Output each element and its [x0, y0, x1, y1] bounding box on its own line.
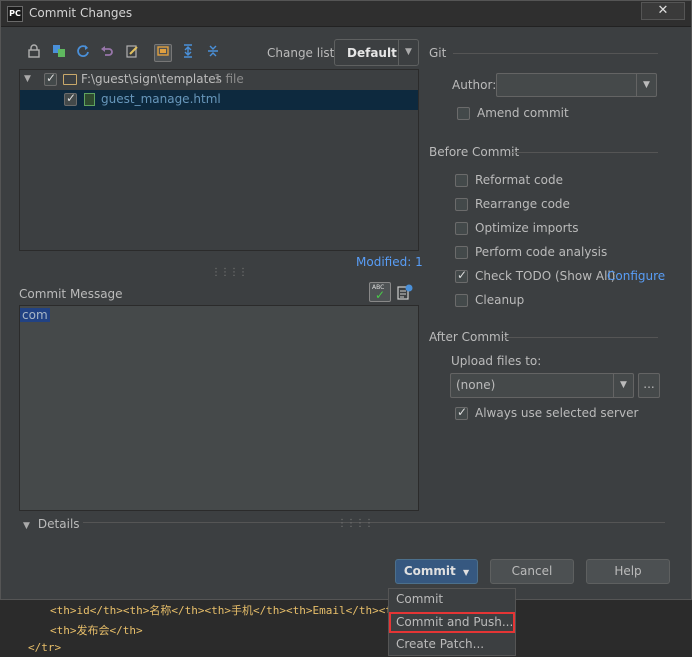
amend-commit-checkbox[interactable] — [457, 107, 470, 120]
check-todo-label: Check TODO (Show All) — [475, 269, 616, 283]
upload-label: Upload files to: — [451, 354, 542, 368]
refresh-icon[interactable] — [74, 44, 92, 62]
cleanup-checkbox[interactable] — [455, 294, 468, 307]
commit-options-menu: Commit Commit and Push... Create Patch..… — [388, 588, 516, 656]
editor-line: <th>发布会</th> — [50, 624, 143, 637]
help-button[interactable]: Help — [586, 559, 670, 584]
background-editor: <th>id</th><th>名称</th><th>手机</th><th>Ema… — [0, 598, 692, 657]
details-toggle[interactable]: ▼ Details — [23, 517, 80, 531]
splitter-handle[interactable]: ⋮⋮⋮⋮ — [211, 267, 248, 278]
git-section-title: Git — [429, 46, 447, 60]
details-label: Details — [37, 517, 80, 531]
menu-item-commit[interactable]: Commit — [389, 589, 515, 610]
vcs-icon[interactable] — [25, 44, 43, 62]
commit-message-input[interactable]: com — [19, 305, 419, 511]
collapse-arrow-icon: ▼ — [23, 521, 30, 531]
upload-server-dropdown[interactable]: (none) ▼ — [450, 373, 634, 398]
check-todo-checkbox[interactable] — [455, 268, 468, 283]
edit-icon[interactable] — [123, 44, 141, 62]
section-separator — [511, 152, 658, 153]
app-logo: PC — [7, 6, 23, 22]
group-icon[interactable] — [154, 44, 172, 62]
changes-tree: ▼ F:\guest\sign\templates 1 file guest_m… — [19, 69, 419, 251]
tree-root-row[interactable]: ▼ F:\guest\sign\templates 1 file — [20, 70, 418, 90]
before-commit-title: Before Commit — [429, 145, 520, 159]
code-analysis-checkbox[interactable] — [455, 246, 468, 259]
section-separator — [503, 337, 658, 338]
always-use-server-checkbox[interactable] — [455, 405, 468, 420]
chevron-down-icon: ▼ — [636, 74, 656, 96]
rearrange-code-checkbox[interactable] — [455, 198, 468, 211]
commit-message-label: Commit Message — [19, 287, 123, 301]
rollback-icon[interactable] — [98, 44, 116, 62]
file-checkbox[interactable] — [64, 91, 77, 106]
tree-file-row[interactable]: guest_manage.html — [20, 90, 418, 110]
title-bar: PC Commit Changes ✕ — [1, 1, 691, 27]
window-title: Commit Changes — [29, 6, 133, 20]
always-use-server-label: Always use selected server — [475, 406, 639, 420]
message-history-icon[interactable] — [397, 284, 413, 300]
cleanup-label: Cleanup — [475, 293, 525, 307]
spellcheck-icon[interactable]: ABC ✓ — [369, 282, 391, 302]
changelist-label: Change list: — [267, 46, 339, 60]
modified-count: Modified: 1 — [356, 255, 423, 269]
commit-button[interactable]: Commit ▼ — [395, 559, 478, 584]
editor-line: <th>id</th><th>名称</th><th>手机</th><th>Ema… — [50, 604, 417, 617]
cancel-button[interactable]: Cancel — [490, 559, 574, 584]
code-analysis-label: Perform code analysis — [475, 245, 608, 259]
author-dropdown[interactable]: ▼ — [496, 73, 657, 97]
amend-commit-label: Amend commit — [477, 106, 569, 120]
html-file-icon — [84, 93, 95, 106]
browse-servers-button[interactable]: ... — [638, 373, 660, 398]
expand-icon[interactable] — [179, 44, 197, 62]
close-button[interactable]: ✕ — [641, 2, 685, 20]
details-separator — [83, 522, 665, 523]
reformat-code-checkbox[interactable] — [455, 174, 468, 187]
rearrange-code-label: Rearrange code — [475, 197, 570, 211]
commit-dialog: PC Commit Changes ✕ Change list: Default… — [0, 0, 692, 600]
root-path: F:\guest\sign\templates — [81, 72, 222, 86]
menu-item-create-patch[interactable]: Create Patch... — [389, 634, 515, 655]
folder-icon — [63, 74, 77, 85]
editor-line: </tr> — [28, 641, 62, 654]
commit-button-label: Commit — [403, 564, 456, 578]
upload-server-value: (none) — [456, 378, 496, 392]
menu-item-commit-and-push[interactable]: Commit and Push... — [389, 612, 515, 633]
chevron-down-icon: ▼ — [613, 374, 633, 397]
after-commit-title: After Commit — [429, 330, 509, 344]
expand-arrow-icon[interactable]: ▼ — [24, 74, 31, 84]
author-label: Author: — [452, 78, 497, 92]
reformat-code-label: Reformat code — [475, 173, 563, 187]
optimize-imports-checkbox[interactable] — [455, 222, 468, 235]
changelist-dropdown[interactable]: Default ▼ — [334, 39, 419, 66]
root-checkbox[interactable] — [44, 71, 57, 86]
commit-message-text: com — [20, 308, 50, 322]
changelist-value: Default — [347, 46, 397, 60]
optimize-imports-label: Optimize imports — [475, 221, 579, 235]
root-file-count: 1 file — [214, 72, 244, 86]
section-separator — [453, 53, 658, 54]
configure-link[interactable]: Configure — [607, 269, 665, 283]
chevron-down-icon: ▼ — [398, 40, 418, 65]
diff-icon[interactable] — [50, 44, 68, 62]
chevron-down-icon: ▼ — [462, 568, 470, 577]
collapse-icon[interactable] — [204, 44, 222, 62]
file-name: guest_manage.html — [101, 92, 221, 106]
details-splitter-handle[interactable]: ⋮⋮⋮⋮ — [337, 518, 374, 529]
